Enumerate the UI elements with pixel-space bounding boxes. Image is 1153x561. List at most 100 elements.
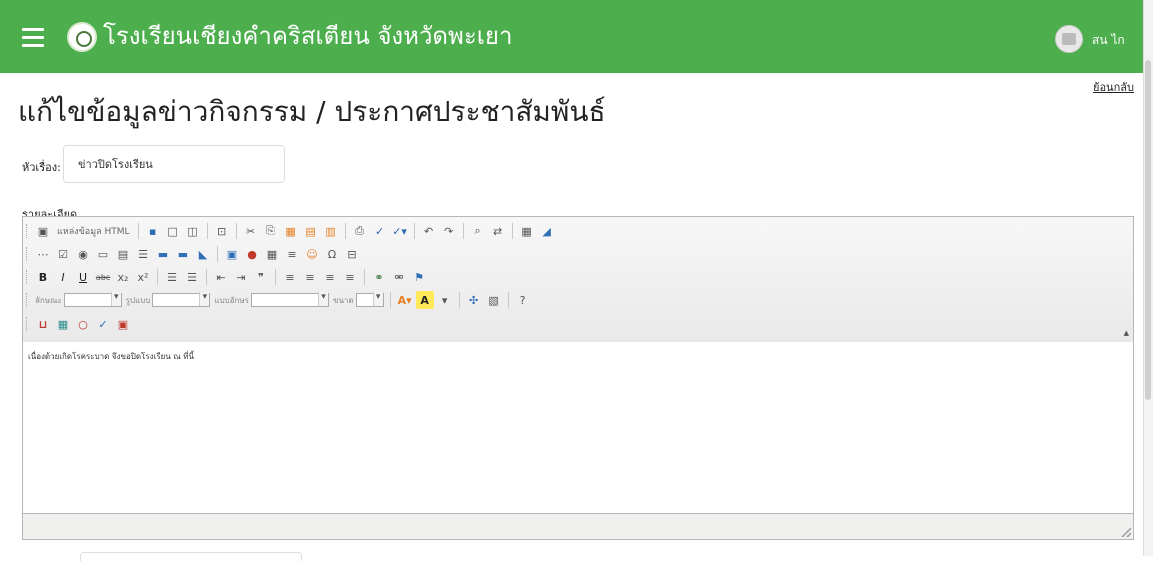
outdent-icon[interactable]: ⇤ — [212, 268, 230, 286]
toolbar-row-5: ⊔ ▦ ○ ✓ ▣ — [26, 313, 133, 335]
school-logo-icon[interactable] — [67, 22, 97, 52]
source-icon[interactable]: ▣ — [34, 222, 52, 240]
unlink-icon[interactable]: ⚮ — [390, 268, 408, 286]
toolbar-grip — [26, 224, 30, 238]
smiley-icon[interactable]: ☺ — [303, 245, 321, 263]
radio-icon[interactable]: ◉ — [74, 245, 92, 263]
hidden-field-icon[interactable]: ◣ — [194, 245, 212, 263]
format-dropdown[interactable] — [63, 292, 122, 307]
textarea-icon[interactable]: ▤ — [114, 245, 132, 263]
scrollbar-thumb[interactable] — [1145, 60, 1151, 400]
select-field-icon[interactable]: ☰ — [134, 245, 152, 263]
username[interactable]: สน ไก — [1092, 31, 1125, 50]
select-all-icon[interactable]: ▦ — [518, 222, 536, 240]
bottom-input-field[interactable] — [80, 552, 302, 561]
style-dropdown[interactable] — [152, 292, 211, 307]
back-link[interactable]: ย้อนกลับ — [1093, 78, 1134, 96]
special-char-icon[interactable]: Ω — [323, 245, 341, 263]
plugin-gallery-icon[interactable]: ▦ — [54, 315, 72, 333]
plugin-check-icon[interactable]: ✓ — [94, 315, 112, 333]
anchor-icon[interactable]: ⚑ — [410, 268, 428, 286]
strike-icon[interactable]: abc — [94, 268, 112, 286]
editor-content-text[interactable]: เนื่องด้วยเกิดโรคระบาด จึงขอปิดโรงเรียน … — [28, 350, 194, 363]
paste-icon[interactable]: ▦ — [282, 222, 300, 240]
align-right-icon[interactable]: ≡ — [321, 268, 339, 286]
underline-icon[interactable]: U — [74, 268, 92, 286]
align-left-icon[interactable]: ≡ — [281, 268, 299, 286]
remove-format-icon[interactable]: ◢ — [538, 222, 556, 240]
maximize-icon[interactable]: ✣ — [465, 291, 483, 309]
bg-color-icon[interactable]: A — [415, 291, 434, 309]
hamburger-icon[interactable] — [22, 23, 44, 49]
find-icon[interactable]: ⌕ — [469, 222, 487, 240]
font-dropdown[interactable] — [250, 292, 329, 307]
plugin-record-icon[interactable]: ○ — [74, 315, 92, 333]
subject-input[interactable] — [63, 145, 285, 183]
editor-content-area[interactable]: เนื่องด้วยเกิดโรคระบาด จึงขอปิดโรงเรียน … — [23, 342, 1133, 514]
user-avatar-icon[interactable] — [1055, 25, 1083, 53]
page-scrollbar[interactable] — [1143, 0, 1153, 556]
superscript-icon[interactable]: x² — [134, 268, 152, 286]
italic-icon[interactable]: I — [54, 268, 72, 286]
source-button[interactable]: แหล่งข้อมูล HTML — [54, 222, 133, 240]
cut-icon[interactable]: ✂ — [242, 222, 260, 240]
rich-text-editor: ▣ แหล่งข้อมูล HTML ▪ □ ◫ ⊡ ✂ ⎘ ▦ ▤ ▥ ⎙ ✓… — [22, 216, 1134, 540]
horizontal-rule-icon[interactable]: ≡ — [283, 245, 301, 263]
bold-icon[interactable]: B — [34, 268, 52, 286]
brand-title[interactable]: โรงเรียนเชียงคำคริสเตียน จังหวัดพะเยา — [103, 20, 512, 52]
toolbar-row-1: ▣ แหล่งข้อมูล HTML ▪ □ ◫ ⊡ ✂ ⎘ ▦ ▤ ▥ ⎙ ✓… — [26, 220, 557, 242]
top-navbar: โรงเรียนเชียงคำคริสเตียน จังหวัดพะเยา สน… — [0, 0, 1144, 73]
spellcheck-icon[interactable]: ✓ — [371, 222, 389, 240]
form-icon[interactable]: ⋯ — [34, 245, 52, 263]
text-field-icon[interactable]: ▭ — [94, 245, 112, 263]
numbered-list-icon[interactable]: ☰ — [163, 268, 181, 286]
image-button-icon[interactable]: ▬ — [174, 245, 192, 263]
flash-icon[interactable]: ● — [243, 245, 261, 263]
page-break-icon[interactable]: ⊟ — [343, 245, 361, 263]
copy-icon[interactable]: ⎘ — [262, 222, 280, 240]
toolbar-grip — [26, 317, 30, 331]
indent-icon[interactable]: ⇥ — [232, 268, 250, 286]
align-center-icon[interactable]: ≡ — [301, 268, 319, 286]
align-justify-icon[interactable]: ≡ — [341, 268, 359, 286]
toolbar-grip — [26, 247, 30, 261]
toolbar-row-3: B I U abc x₂ x² ☰ ☰ ⇤ ⇥ ❞ ≡ ≡ ≡ ≡ ⚭ ⚮ ⚑ — [26, 266, 429, 288]
style-label: รูปแบบ — [125, 295, 151, 305]
format-label: ลักษณะ — [35, 295, 62, 305]
toolbar-grip — [26, 293, 30, 307]
scayt-icon[interactable]: ✓▾ — [391, 222, 409, 240]
youtube-icon[interactable]: ▣ — [114, 315, 132, 333]
show-blocks-icon[interactable]: ▧ — [485, 291, 503, 309]
subscript-icon[interactable]: x₂ — [114, 268, 132, 286]
print-icon[interactable]: ⎙ — [351, 222, 369, 240]
table-icon[interactable]: ▦ — [263, 245, 281, 263]
paste-text-icon[interactable]: ▤ — [302, 222, 320, 240]
subject-label: หัวเรื่อง: — [22, 161, 61, 174]
blockquote-icon[interactable]: ❞ — [252, 268, 270, 286]
text-color-icon[interactable]: A▾ — [396, 291, 414, 309]
undo-icon[interactable]: ↶ — [420, 222, 438, 240]
toolbar-collapse-icon[interactable]: ▲ — [1124, 329, 1129, 337]
bg-color-arrow-icon[interactable]: ▾ — [436, 291, 454, 309]
paste-word-icon[interactable]: ▥ — [322, 222, 340, 240]
size-label: ขนาด — [332, 295, 354, 305]
image-icon[interactable]: ▣ — [223, 245, 241, 263]
page-title: แก้ไขข้อมูลข่าวกิจกรรม / ประกาศประชาสัมพ… — [18, 95, 606, 128]
font-label: แบบอักษร — [214, 295, 249, 305]
bulleted-list-icon[interactable]: ☰ — [183, 268, 201, 286]
redo-icon[interactable]: ↷ — [440, 222, 458, 240]
replace-icon[interactable]: ⇄ — [489, 222, 507, 240]
editor-toolbar: ▣ แหล่งข้อมูล HTML ▪ □ ◫ ⊡ ✂ ⎘ ▦ ▤ ▥ ⎙ ✓… — [23, 217, 1133, 343]
toolbar-grip — [26, 270, 30, 284]
plugin-text-icon[interactable]: ⊔ — [34, 315, 52, 333]
link-icon[interactable]: ⚭ — [370, 268, 388, 286]
resize-grip-icon[interactable] — [1121, 527, 1131, 537]
templates-icon[interactable]: ⊡ — [213, 222, 231, 240]
about-icon[interactable]: ? — [514, 291, 532, 309]
preview-icon[interactable]: ◫ — [184, 222, 202, 240]
button-field-icon[interactable]: ▬ — [154, 245, 172, 263]
save-icon[interactable]: ▪ — [144, 222, 162, 240]
size-dropdown[interactable] — [355, 292, 384, 307]
checkbox-icon[interactable]: ☑ — [54, 245, 72, 263]
new-page-icon[interactable]: □ — [164, 222, 182, 240]
